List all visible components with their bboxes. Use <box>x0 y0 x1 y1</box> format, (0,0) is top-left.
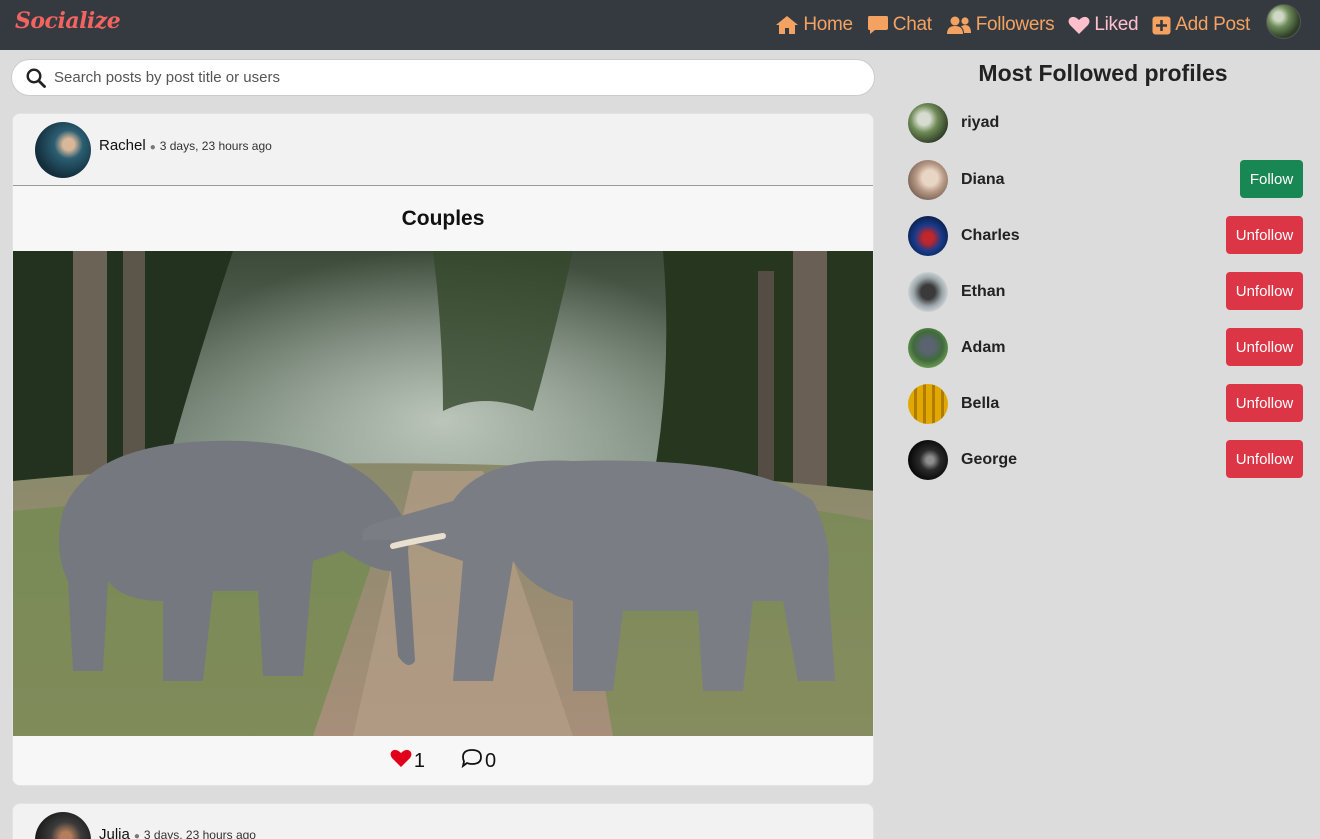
profile-name[interactable]: riyad <box>961 114 999 132</box>
profile-name[interactable]: George <box>961 451 1017 469</box>
profile-row: George Unfollow <box>908 440 1303 480</box>
home-icon <box>775 15 799 35</box>
profile-row: Ethan Unfollow <box>908 272 1303 312</box>
nav-add-post-label: Add Post <box>1175 14 1250 35</box>
avatar[interactable] <box>908 216 948 256</box>
like-count: 1 <box>413 749 425 772</box>
nav-liked-label: Liked <box>1094 14 1139 35</box>
user-avatar[interactable] <box>1266 4 1301 39</box>
separator-dot: ● <box>149 142 156 153</box>
search-bar <box>11 59 875 96</box>
nav-links: Home Chat Followers Liked Add Post <box>775 0 1250 50</box>
navbar: Socialize Home Chat Followers Liked Add … <box>0 0 1320 50</box>
post-title: Couples <box>13 186 873 251</box>
post-meta: Julia ● 3 days, 23 hours ago <box>99 826 256 839</box>
post-author-name[interactable]: Rachel <box>99 137 146 154</box>
unfollow-button[interactable]: Unfollow <box>1226 440 1303 478</box>
brand-logo[interactable]: Socialize <box>15 8 121 34</box>
search-input[interactable] <box>54 69 834 86</box>
profile-row: Adam Unfollow <box>908 328 1303 368</box>
sidebar-title: Most Followed profiles <box>978 60 1228 86</box>
search-icon <box>26 67 46 88</box>
profile-name[interactable]: Adam <box>961 339 1005 357</box>
post-card: Rachel ● 3 days, 23 hours ago Couples 1 … <box>12 113 874 786</box>
nav-followers[interactable]: Followers <box>946 14 1055 36</box>
users-icon <box>946 15 972 35</box>
unfollow-button[interactable]: Unfollow <box>1226 272 1303 310</box>
nav-followers-label: Followers <box>975 14 1055 35</box>
separator-dot: ● <box>133 831 140 839</box>
profile-row: Diana Follow <box>908 160 1303 200</box>
post-author-name[interactable]: Julia <box>99 826 130 839</box>
post-actions: 1 0 <box>13 736 873 785</box>
plus-square-icon <box>1152 16 1171 35</box>
unfollow-button[interactable]: Unfollow <box>1226 216 1303 254</box>
comment-icon <box>461 748 483 774</box>
profile-row: riyad <box>908 103 1303 143</box>
post-header: Rachel ● 3 days, 23 hours ago <box>13 114 873 186</box>
post-card: Julia ● 3 days, 23 hours ago <box>12 803 874 839</box>
post-author-avatar[interactable] <box>35 122 91 178</box>
profile-name[interactable]: Diana <box>961 171 1005 189</box>
profile-name[interactable]: Bella <box>961 395 999 413</box>
nav-chat-label: Chat <box>892 14 932 35</box>
nav-home[interactable]: Home <box>775 14 853 36</box>
comment-button[interactable]: 0 <box>461 748 496 774</box>
nav-add-post[interactable]: Add Post <box>1152 14 1250 36</box>
nav-home-label: Home <box>803 14 853 35</box>
profile-name[interactable]: Ethan <box>961 283 1005 301</box>
avatar[interactable] <box>908 160 948 200</box>
follow-button[interactable]: Follow <box>1240 160 1303 198</box>
heart-icon <box>390 748 412 774</box>
post-author-avatar[interactable] <box>35 812 91 839</box>
nav-liked[interactable]: Liked <box>1068 14 1139 36</box>
avatar[interactable] <box>908 440 948 480</box>
post-meta: Rachel ● 3 days, 23 hours ago <box>99 137 272 154</box>
comment-count: 0 <box>485 749 497 772</box>
avatar[interactable] <box>908 328 948 368</box>
avatar[interactable] <box>908 384 948 424</box>
profile-row: Charles Unfollow <box>908 216 1303 256</box>
post-time: 3 days, 23 hours ago <box>159 139 272 153</box>
avatar[interactable] <box>908 103 948 143</box>
unfollow-button[interactable]: Unfollow <box>1226 384 1303 422</box>
nav-chat[interactable]: Chat <box>867 14 932 36</box>
heart-icon <box>1068 15 1090 35</box>
avatar[interactable] <box>908 272 948 312</box>
post-image[interactable] <box>13 251 873 736</box>
post-time: 3 days, 23 hours ago <box>143 828 256 839</box>
profile-row: Bella Unfollow <box>908 384 1303 424</box>
like-button[interactable]: 1 <box>390 748 425 774</box>
unfollow-button[interactable]: Unfollow <box>1226 328 1303 366</box>
most-followed-sidebar: Most Followed profiles riyad Diana Follo… <box>894 50 1314 480</box>
chat-icon <box>867 15 889 35</box>
profile-name[interactable]: Charles <box>961 227 1020 245</box>
